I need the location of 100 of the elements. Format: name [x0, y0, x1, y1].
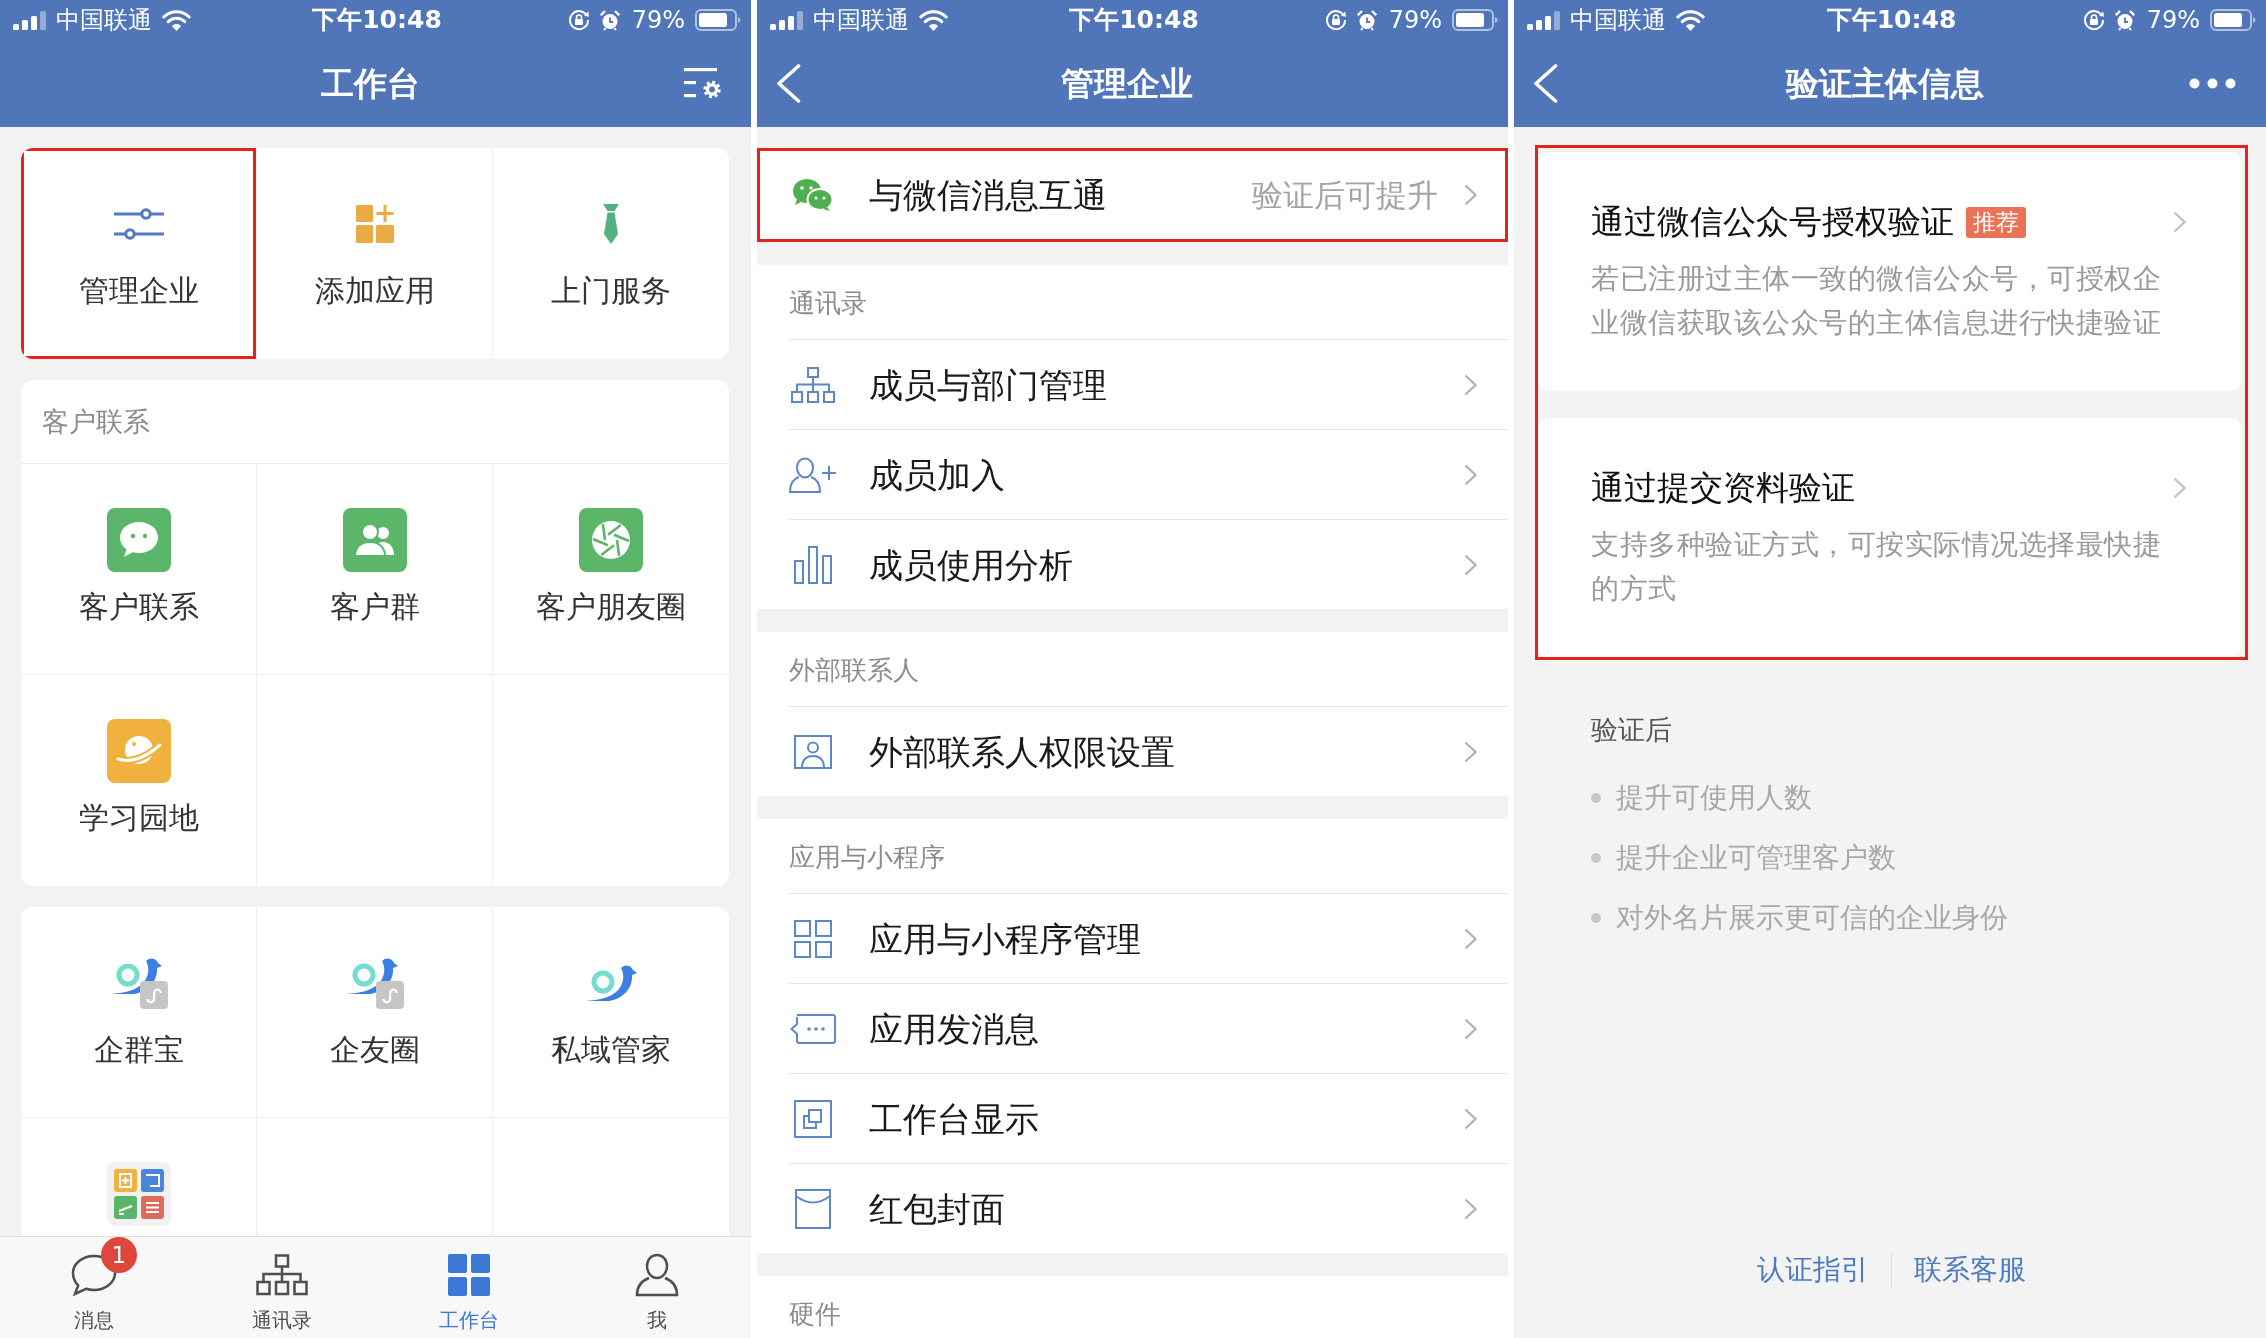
- carrier-name: 中国联通: [56, 6, 152, 34]
- wifi-icon: [1676, 9, 1705, 31]
- signal-icon: [1527, 10, 1560, 30]
- battery-icon: [1452, 9, 1498, 31]
- app-tile[interactable]: 客户朋友圈: [493, 464, 729, 675]
- wifi-icon: [919, 9, 948, 31]
- benefit-text: 提升可使用人数: [1616, 780, 1812, 816]
- sliders-icon: [113, 208, 164, 240]
- necktie-icon: [603, 204, 619, 244]
- chevron-right-icon: [1464, 184, 1477, 206]
- chevron-right-icon: [2173, 211, 2186, 233]
- app-tile[interactable]: 客户群: [257, 464, 493, 675]
- grid-icon: [794, 919, 832, 958]
- recommended-badge: 推荐: [1966, 206, 2026, 238]
- envelope-icon: [795, 1188, 831, 1229]
- app-tile[interactable]: 企群宝: [21, 907, 257, 1118]
- more-icon[interactable]: [2189, 78, 2236, 89]
- alarm-clock-icon: [2114, 9, 2135, 31]
- carrier-name: 中国联通: [1570, 6, 1666, 34]
- bar-chart-icon: [794, 545, 832, 584]
- battery-percent: 79%: [631, 6, 685, 34]
- tab[interactable]: 1 消息: [0, 1237, 188, 1338]
- app-tile[interactable]: 上门服务: [493, 148, 729, 359]
- option-title: 通过提交资料验证: [1591, 467, 1855, 509]
- app-tile[interactable]: 企友圈: [257, 907, 493, 1118]
- carrier-name: 中国联通: [813, 6, 909, 34]
- back-icon[interactable]: [1533, 64, 1558, 103]
- option-card[interactable]: 通过提交资料验证 支持多种验证方式，可按实际情况选择最快捷的方式: [1538, 418, 2241, 657]
- clock-time: 下午10:48: [312, 6, 442, 34]
- tab[interactable]: 我: [563, 1237, 751, 1338]
- unread-badge: 1: [100, 1237, 137, 1273]
- rotation-lock-icon: [1324, 9, 1347, 31]
- org-chart-icon: [791, 366, 835, 403]
- screen-title: 验证主体信息: [1785, 63, 1984, 104]
- wechat-icon: [792, 178, 834, 212]
- section-title: 通讯录: [789, 288, 867, 318]
- chevron-right-icon: [2173, 477, 2186, 499]
- option-description: 支持多种验证方式，可按实际情况选择最快捷的方式: [1591, 527, 2162, 607]
- person-icon: [635, 1253, 680, 1297]
- back-icon[interactable]: [776, 64, 801, 103]
- benefits-title: 验证后: [1591, 713, 1673, 747]
- screen-title: 管理企业: [1061, 63, 1193, 104]
- app-tile[interactable]: 学习园地: [21, 675, 257, 886]
- app-tile[interactable]: 私域管家: [493, 907, 729, 1118]
- clock-time: 下午10:48: [1826, 6, 1957, 34]
- add-app-icon: [355, 205, 394, 243]
- section-title: 外部联系人: [789, 655, 919, 685]
- section-title: 应用与小程序: [789, 842, 945, 872]
- chevron-right-icon: [1464, 740, 1477, 763]
- menu-row[interactable]: 与微信消息互通 验证后可提升: [757, 148, 1508, 242]
- chevron-right-icon: [1464, 927, 1477, 950]
- screen-title: 工作台: [320, 63, 420, 104]
- settings-icon[interactable]: [684, 68, 721, 99]
- chevron-right-icon: [1464, 1017, 1477, 1040]
- app-tile[interactable]: 添加应用: [257, 148, 493, 359]
- planet-icon: [106, 719, 171, 783]
- clock-time: 下午10:48: [1069, 6, 1199, 34]
- option-title: 通过微信公众号授权验证: [1591, 201, 1954, 243]
- option-description: 若已注册过主体一致的微信公众号，可授权企业微信获取该公众号的主体信息进行快捷验证: [1591, 261, 2162, 341]
- chevron-right-icon: [1464, 373, 1477, 396]
- org-chart-icon: [255, 1254, 308, 1296]
- chevron-right-icon: [1464, 1197, 1477, 1220]
- people-icon: [342, 508, 407, 572]
- text-link[interactable]: 认证指引: [1757, 1250, 1869, 1290]
- battery-icon: [2210, 9, 2256, 31]
- section-title: 硬件: [789, 1299, 841, 1329]
- four-tiles-icon: [106, 1162, 171, 1226]
- chevron-right-icon: [1464, 463, 1477, 486]
- chevron-right-icon: [1464, 1107, 1477, 1130]
- battery-percent: 79%: [2146, 6, 2200, 34]
- bullet-dot-icon: [1591, 793, 1601, 803]
- window-icon: [794, 1099, 832, 1138]
- text-link[interactable]: 联系客服: [1914, 1250, 2026, 1290]
- app-tile[interactable]: 管理企业: [21, 148, 257, 359]
- option-card[interactable]: 通过微信公众号授权验证 推荐 若已注册过主体一致的微信公众号，可授权企业微信获取该公众号的主体信息进行快捷验证: [1538, 152, 2241, 391]
- bullet-dot-icon: [1591, 853, 1601, 863]
- alarm-clock-icon: [599, 9, 620, 31]
- contact-card-icon: [794, 734, 832, 769]
- benefit-text: 提升企业可管理客户数: [1616, 840, 1896, 876]
- battery-percent: 79%: [1388, 6, 1442, 34]
- section-title: 客户联系: [42, 405, 150, 438]
- app-tile[interactable]: 客户联系: [21, 464, 257, 675]
- add-person-icon: [789, 456, 837, 493]
- message-icon: [790, 1013, 836, 1044]
- benefit-text: 对外名片展示更可信的企业身份: [1616, 900, 2008, 936]
- wifi-icon: [162, 9, 191, 31]
- battery-icon: [695, 9, 741, 31]
- chat-bubble-icon: [106, 508, 171, 572]
- chevron-right-icon: [1464, 553, 1477, 576]
- bullet-dot-icon: [1591, 913, 1601, 923]
- status-text: 验证后可提升: [1252, 176, 1438, 215]
- rotation-lock-icon: [2082, 9, 2105, 31]
- tab[interactable]: 通讯录: [187, 1237, 376, 1338]
- rotation-lock-icon: [567, 9, 590, 31]
- signal-icon: [770, 10, 803, 30]
- signal-icon: [13, 10, 46, 30]
- grid-icon: [448, 1254, 491, 1296]
- tab[interactable]: 工作台: [375, 1237, 564, 1338]
- alarm-clock-icon: [1356, 9, 1377, 31]
- aperture-icon: [579, 508, 643, 572]
